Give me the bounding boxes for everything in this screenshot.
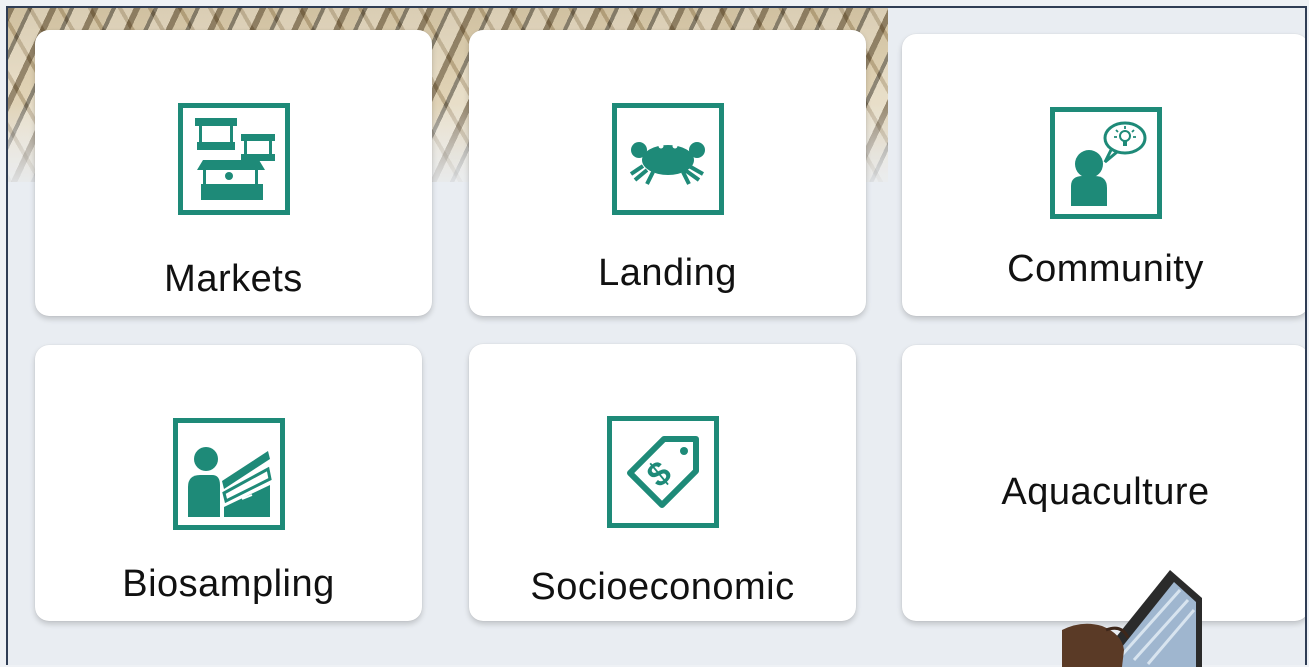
community-label: Community [1007, 248, 1204, 290]
market-stalls-icon [177, 103, 290, 215]
tablet-in-hand-image [1062, 570, 1202, 667]
biosampling-card[interactable]: Biosampling [35, 345, 422, 621]
markets-card[interactable]: Markets [35, 30, 432, 316]
person-idea-icon [1049, 107, 1162, 219]
socioeconomic-label: Socioeconomic [530, 566, 795, 608]
person-sampling-icon [172, 418, 285, 530]
crab-icon [611, 103, 724, 215]
aquaculture-label: Aquaculture [1001, 471, 1210, 513]
socioeconomic-card[interactable]: $ Socioeconomic [469, 344, 856, 621]
biosampling-label: Biosampling [122, 563, 335, 605]
community-card[interactable]: Community [902, 34, 1305, 316]
markets-label: Markets [164, 258, 303, 300]
price-tag-icon: $ [606, 416, 719, 528]
landing-label: Landing [598, 252, 737, 294]
landing-card[interactable]: Landing [469, 30, 866, 316]
